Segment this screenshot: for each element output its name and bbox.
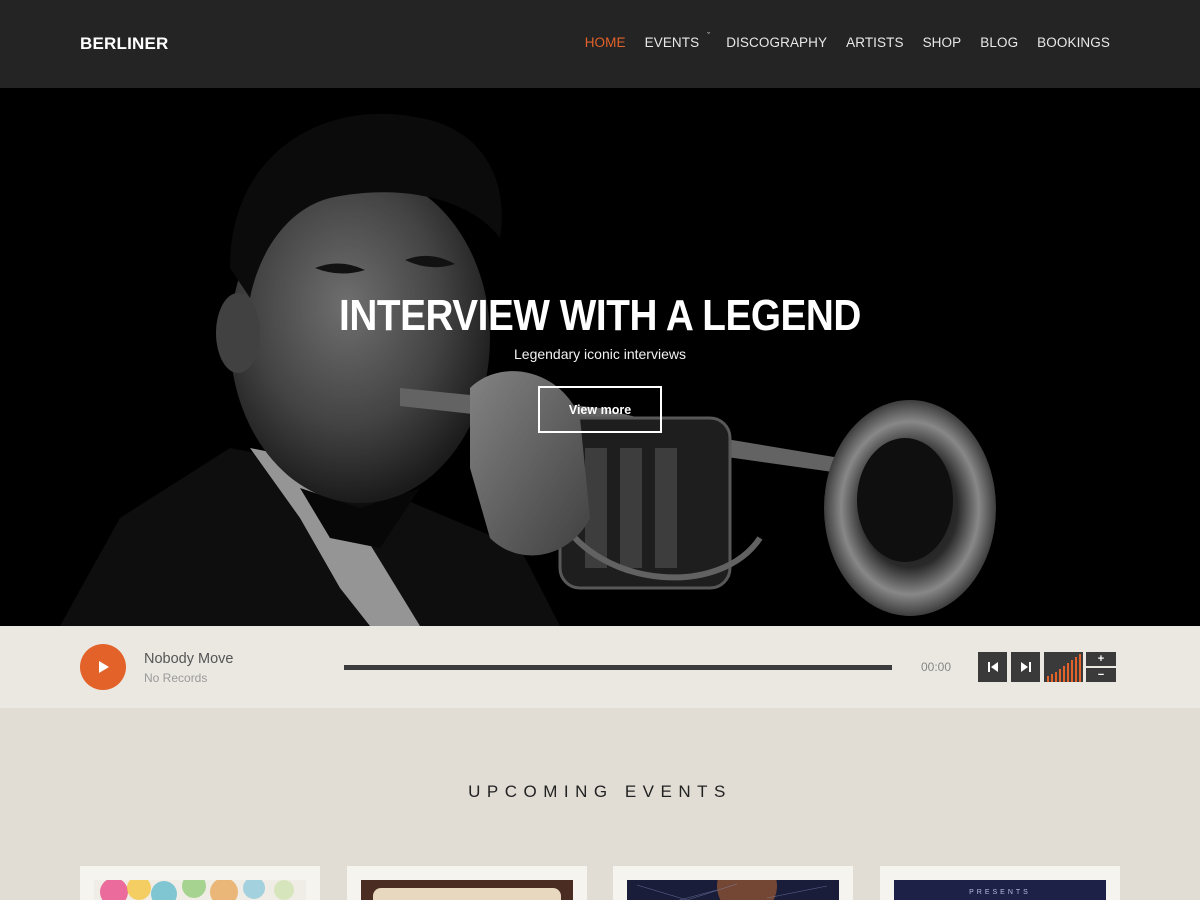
- progress-bar[interactable]: [344, 665, 892, 670]
- event-card-image: [627, 880, 839, 900]
- track-album: No Records: [144, 671, 208, 685]
- volume-down-button[interactable]: −: [1086, 668, 1116, 682]
- event-card-image: PRESENTS: [894, 880, 1106, 900]
- event-card[interactable]: [347, 866, 587, 900]
- nav-item-blog[interactable]: BLOG: [980, 35, 1018, 50]
- play-icon: [99, 661, 109, 673]
- event-card[interactable]: PRESENTS: [880, 866, 1120, 900]
- event-card-image: [94, 880, 306, 900]
- chevron-down-icon: ˇ: [707, 31, 711, 41]
- event-card-caption: PRESENTS: [969, 889, 1031, 896]
- previous-track-button[interactable]: [978, 652, 1007, 682]
- event-card[interactable]: [613, 866, 853, 900]
- hero-subtitle: Legendary iconic interviews: [514, 346, 686, 362]
- hero-section: INTERVIEW WITH A LEGEND Legendary iconic…: [0, 88, 1200, 626]
- skip-back-icon: [987, 662, 998, 672]
- next-track-button[interactable]: [1011, 652, 1040, 682]
- main-nav: HOME EVENTS ˇ DISCOGRAPHY ARTISTS SHOP B…: [566, 31, 1110, 50]
- upcoming-events-heading: UPCOMING EVENTS: [468, 782, 732, 801]
- nav-item-artists[interactable]: ARTISTS: [846, 35, 903, 50]
- hero-title: INTERVIEW WITH A LEGEND: [339, 291, 861, 340]
- nav-item-events-label: EVENTS: [644, 35, 700, 50]
- volume-bars-icon: [1047, 654, 1081, 682]
- volume-up-button[interactable]: +: [1086, 652, 1116, 666]
- nav-item-discography[interactable]: DISCOGRAPHY: [726, 35, 827, 50]
- view-more-button[interactable]: View more: [538, 386, 662, 433]
- nav-item-shop[interactable]: SHOP: [923, 35, 962, 50]
- nav-item-home[interactable]: HOME: [585, 35, 626, 50]
- time-display: 00:00: [921, 660, 952, 674]
- nav-item-bookings[interactable]: BOOKINGS: [1037, 35, 1110, 50]
- event-card-image: [361, 880, 573, 900]
- site-header: BERLINER HOME EVENTS ˇ DISCOGRAPHY ARTIS…: [0, 0, 1200, 88]
- volume-meter[interactable]: [1044, 652, 1083, 682]
- audio-player: Nobody Move No Records 00:00 + −: [0, 626, 1200, 708]
- nav-item-events[interactable]: EVENTS ˇ: [644, 31, 711, 50]
- event-card[interactable]: [80, 866, 320, 900]
- skip-forward-icon: [1020, 662, 1031, 672]
- track-title: Nobody Move: [144, 651, 234, 667]
- site-logo[interactable]: BERLINER: [80, 34, 169, 54]
- play-button[interactable]: [80, 644, 126, 690]
